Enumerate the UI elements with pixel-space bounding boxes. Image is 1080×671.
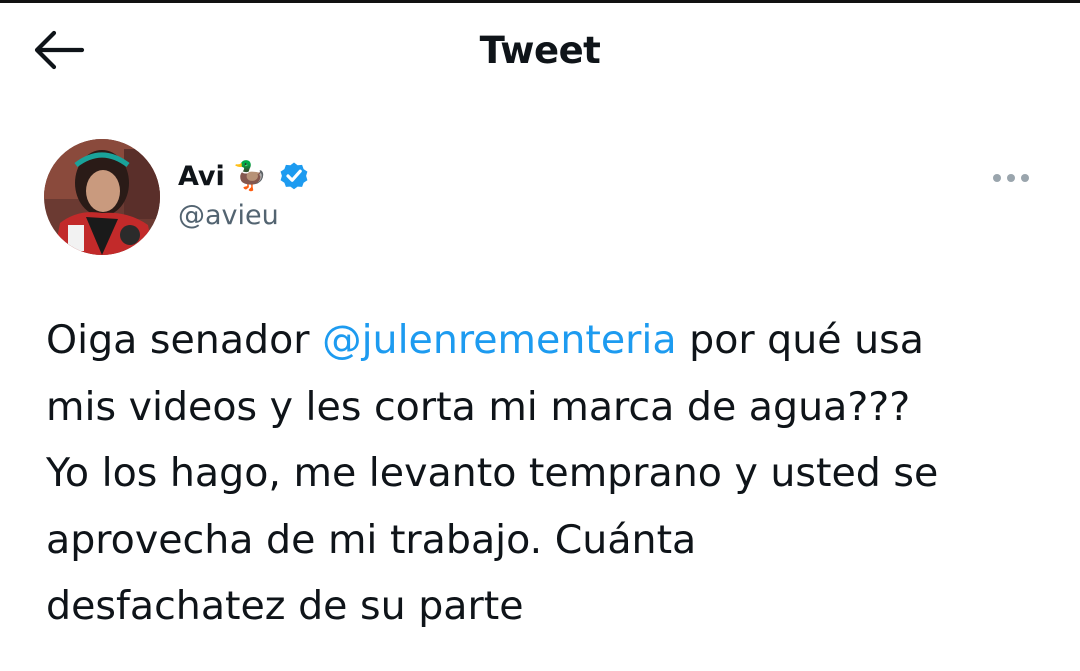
avatar[interactable] bbox=[44, 139, 160, 255]
profile-photo bbox=[44, 139, 160, 255]
tweet-text-segment: Oiga senador bbox=[46, 317, 323, 363]
verified-badge-icon bbox=[278, 160, 310, 192]
tweet-line: aprovecha de mi trabajo. Cuánta bbox=[46, 516, 697, 563]
tweet-text-segment: por qué usa bbox=[676, 317, 924, 363]
duck-emoji-icon: 🦆 bbox=[232, 160, 268, 191]
mention-link[interactable]: @julenrementeria bbox=[322, 317, 677, 363]
page-title: Tweet bbox=[479, 29, 601, 72]
author-name-row: Avi 🦆 bbox=[178, 156, 310, 196]
more-horizontal-icon bbox=[993, 174, 1029, 182]
more-options-button[interactable] bbox=[987, 166, 1035, 190]
display-name[interactable]: Avi bbox=[178, 161, 225, 192]
tweet-text: Oiga senador @julenrementeria por qué us… bbox=[46, 307, 1056, 640]
user-handle[interactable]: @avieu bbox=[178, 200, 279, 231]
tweet-line: Oiga senador @julenrementeria por qué us… bbox=[46, 307, 1056, 374]
tweet-line: Yo los hago, me levanto temprano y usted… bbox=[46, 450, 939, 496]
header: Tweet bbox=[0, 3, 1080, 98]
tweet-line: mis videos y les corta mi marca de agua?… bbox=[46, 383, 911, 430]
tweet-line: desfachatez de su parte bbox=[46, 583, 524, 629]
